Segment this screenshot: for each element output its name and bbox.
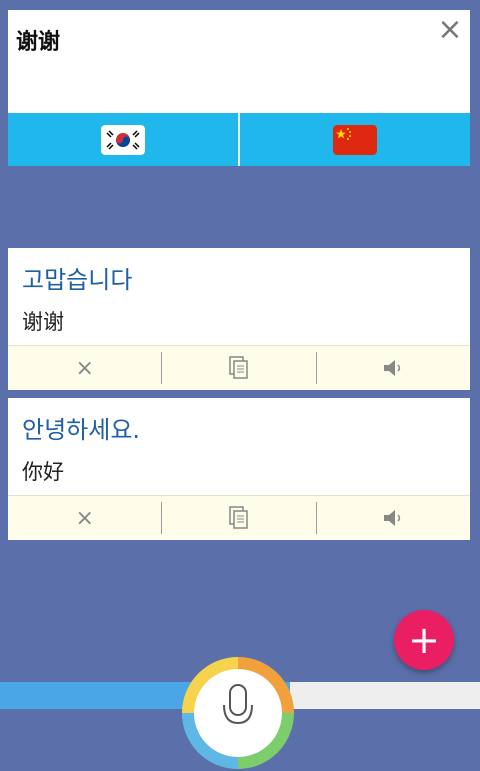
copy-icon (229, 356, 248, 379)
language-selector-bar (8, 113, 470, 166)
source-phrase: 고맙습니다 (22, 266, 133, 294)
close-icon: × (437, 12, 463, 47)
delete-button[interactable]: × (8, 496, 161, 540)
copy-button[interactable] (161, 352, 315, 384)
clear-input-button[interactable]: × (436, 12, 464, 47)
add-button[interactable]: + (394, 610, 454, 670)
source-phrase: 안녕하세요. (22, 416, 141, 444)
copy-button[interactable] (161, 502, 315, 534)
copy-icon (229, 506, 248, 529)
translated-phrase: 你好 (22, 460, 64, 484)
korea-flag-icon (101, 124, 145, 155)
source-language-button[interactable] (8, 113, 238, 166)
speak-button[interactable] (315, 352, 470, 384)
target-language-button[interactable] (238, 113, 470, 166)
speaker-icon (384, 510, 401, 526)
bottom-bar-right (290, 682, 480, 709)
delete-button[interactable]: × (8, 346, 161, 390)
input-card: 谢谢 × (8, 10, 470, 166)
plus-icon: + (408, 618, 440, 662)
china-flag-icon (333, 124, 377, 155)
speaker-icon (384, 360, 401, 376)
speak-button[interactable] (315, 502, 470, 534)
translation-card[interactable]: 안녕하세요. 你好 × (8, 398, 470, 540)
card-action-bar: × (8, 495, 470, 540)
microphone-button[interactable] (180, 655, 296, 771)
translation-card[interactable]: 고맙습니다 谢谢 × (8, 248, 470, 390)
card-action-bar: × (8, 345, 470, 390)
input-text[interactable]: 谢谢 (16, 24, 60, 56)
close-icon: × (75, 355, 94, 381)
translated-phrase: 谢谢 (22, 310, 64, 334)
close-icon: × (75, 505, 94, 531)
